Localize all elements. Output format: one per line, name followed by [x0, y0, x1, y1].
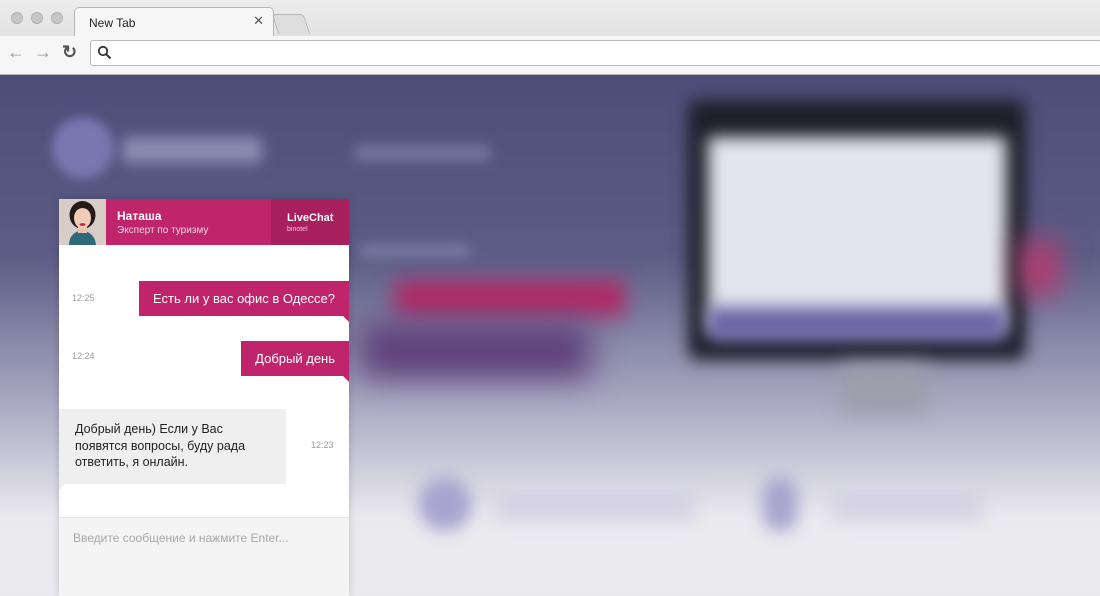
forward-arrow-icon[interactable]: →	[34, 41, 52, 63]
toolbar: ← → ↻	[0, 36, 1100, 74]
tab-close-icon[interactable]: ✕	[253, 13, 264, 29]
address-bar[interactable]	[90, 40, 1100, 66]
brand-sub: binotel	[287, 226, 308, 233]
blurred-monitor-screen	[708, 137, 1006, 332]
message-input-area	[59, 517, 349, 596]
livechat-widget: Наташа Эксперт по туризму LiveChat binot…	[59, 199, 349, 596]
message-time: 12:25	[72, 293, 95, 303]
new-tab-button[interactable]	[271, 14, 311, 34]
reload-icon[interactable]: ↻	[62, 41, 77, 63]
blurred-hero-text	[360, 245, 470, 257]
blurred-feature-icon	[418, 477, 472, 531]
close-window-button[interactable]	[11, 12, 23, 24]
blurred-tagline	[355, 145, 490, 161]
message-time: 12:23	[311, 440, 334, 450]
blurred-logo-icon	[52, 117, 114, 179]
agent-avatar	[59, 199, 106, 245]
blurred-screen-band	[708, 307, 1006, 341]
blurred-accent	[1020, 240, 1060, 295]
back-arrow-icon[interactable]: ←	[7, 41, 25, 63]
message-input[interactable]	[71, 526, 341, 550]
blurred-feature-text	[832, 487, 982, 521]
outgoing-message: Есть ли у вас офис в Одессе?	[139, 281, 349, 322]
message-time: 12:24	[72, 351, 95, 361]
tab-title: New Tab	[89, 16, 136, 30]
maximize-window-button[interactable]	[51, 12, 63, 24]
blurred-shadow	[360, 323, 590, 378]
outgoing-message: Добрый день	[241, 341, 349, 382]
brand-name: LiveChat	[287, 212, 334, 224]
livechat-brand: LiveChat binotel	[271, 199, 349, 245]
blurred-feature-text	[495, 487, 695, 521]
blurred-logo-text	[122, 137, 262, 163]
browser-chrome: New Tab ✕ ← → ↻	[0, 0, 1100, 75]
incoming-message: Добрый день) Если у Вас появятся вопросы…	[59, 409, 286, 490]
blurred-feature-icon	[762, 477, 798, 531]
minimize-window-button[interactable]	[31, 12, 43, 24]
avatar-photo	[59, 199, 106, 245]
chat-header: Наташа Эксперт по туризму LiveChat binot…	[59, 199, 349, 245]
blurred-monitor-stand	[842, 365, 927, 413]
blurred-cta-button	[395, 280, 625, 316]
search-icon	[97, 45, 112, 60]
agent-name: Наташа	[117, 209, 162, 223]
browser-tab[interactable]: New Tab ✕	[74, 7, 274, 36]
agent-role: Эксперт по туризму	[117, 225, 209, 236]
